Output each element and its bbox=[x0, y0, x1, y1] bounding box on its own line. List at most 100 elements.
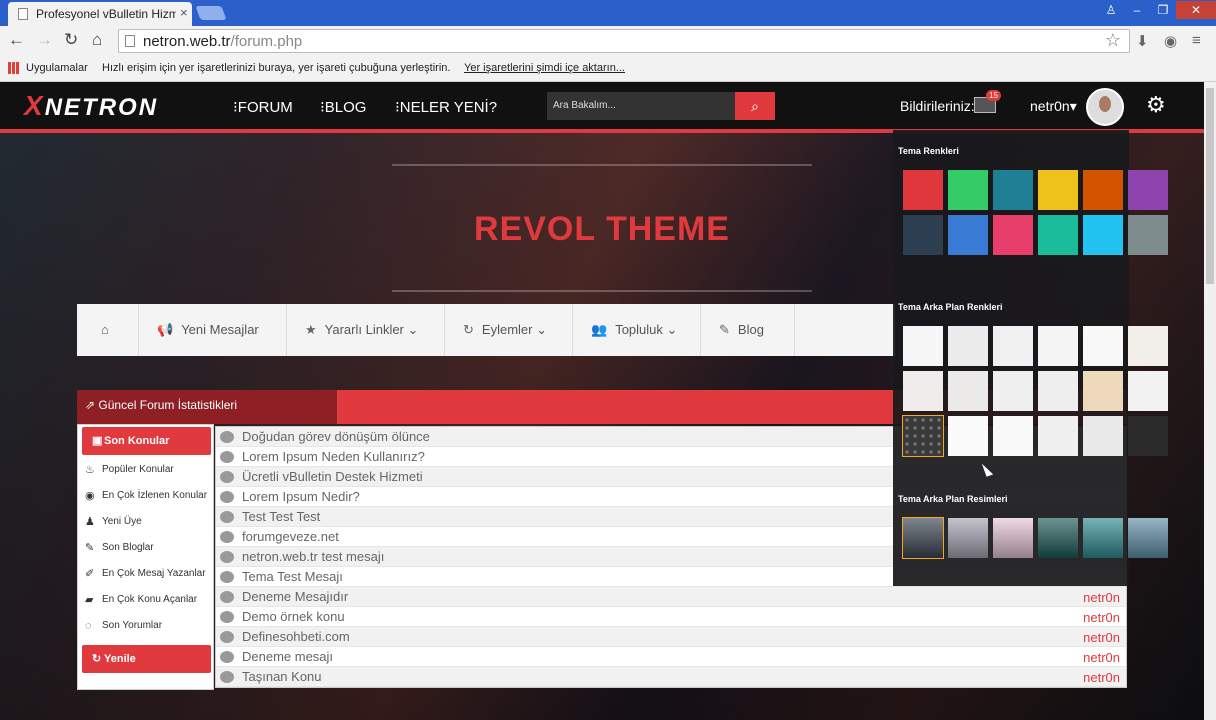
bg-color-swatch[interactable] bbox=[1083, 326, 1123, 366]
topic-title[interactable]: Lorem Ipsum Nedir? bbox=[242, 489, 360, 504]
user-menu[interactable]: netr0n▾ bbox=[1030, 98, 1077, 115]
table-row[interactable]: Taşınan Konu netr0n bbox=[216, 667, 1126, 687]
menu-latest-blogs[interactable]: ✎ Son Bloglar bbox=[82, 537, 212, 559]
avatar[interactable] bbox=[1086, 88, 1124, 126]
theme-color-swatch[interactable] bbox=[1083, 170, 1123, 210]
topic-title[interactable]: forumgeveze.net bbox=[242, 529, 339, 544]
scrollbar-thumb[interactable] bbox=[1206, 88, 1214, 284]
topic-title[interactable]: Taşınan Konu bbox=[242, 669, 322, 684]
topic-title[interactable]: Tema Test Mesajı bbox=[242, 569, 343, 584]
menu-forum[interactable]: ⁝FORUM bbox=[233, 98, 293, 116]
subnav-community[interactable]: 👥 Topluluk ⌄ bbox=[573, 304, 701, 356]
bg-color-swatch[interactable] bbox=[948, 371, 988, 411]
topic-title[interactable]: Deneme mesajı bbox=[242, 649, 333, 664]
menu-blog[interactable]: ⁝BLOG bbox=[320, 98, 366, 116]
topic-title[interactable]: Demo örnek konu bbox=[242, 609, 345, 624]
menu-top-posters[interactable]: ✐ En Çok Mesaj Yazanlar bbox=[82, 563, 212, 585]
bg-color-swatch[interactable] bbox=[902, 415, 944, 457]
theme-color-swatch[interactable] bbox=[1038, 170, 1078, 210]
menu-most-viewed[interactable]: ◉ En Çok İzlenen Konular bbox=[82, 485, 212, 507]
menu-icon[interactable]: ≡ bbox=[1192, 32, 1201, 49]
import-bookmarks-link[interactable]: Yer işaretlerini şimdi içe aktarın... bbox=[464, 62, 625, 74]
theme-color-swatch[interactable] bbox=[993, 215, 1033, 255]
table-row[interactable]: Demo örnek konu netr0n bbox=[216, 607, 1126, 627]
browser-tab[interactable]: Profesyonel vBulletin Hizm × bbox=[8, 2, 192, 26]
subnav-useful-links[interactable]: ★ Yararlı Linkler ⌄ bbox=[287, 304, 445, 356]
topic-title[interactable]: netron.web.tr test mesajı bbox=[242, 549, 384, 564]
apps-icon[interactable] bbox=[8, 62, 20, 74]
topic-title[interactable]: Definesohbeti.com bbox=[242, 629, 350, 644]
theme-color-swatch[interactable] bbox=[1128, 215, 1168, 255]
bg-color-swatch[interactable] bbox=[1083, 416, 1123, 456]
bg-image-swatch[interactable] bbox=[1128, 518, 1168, 558]
bg-color-swatch[interactable] bbox=[1038, 371, 1078, 411]
search-button[interactable]: ⌕ bbox=[735, 92, 775, 120]
bg-image-swatch[interactable] bbox=[1038, 518, 1078, 558]
table-row[interactable]: Definesohbeti.com netr0n bbox=[216, 627, 1126, 647]
bg-image-swatch[interactable] bbox=[948, 518, 988, 558]
bg-color-swatch[interactable] bbox=[1128, 371, 1168, 411]
minimize-button[interactable]: ‒ bbox=[1124, 1, 1150, 19]
close-tab-icon[interactable]: × bbox=[180, 5, 188, 20]
close-window-button[interactable]: ✕ bbox=[1176, 1, 1216, 19]
theme-color-swatch[interactable] bbox=[948, 170, 988, 210]
theme-color-swatch[interactable] bbox=[1038, 215, 1078, 255]
topic-title[interactable]: Deneme Mesajıdır bbox=[242, 589, 348, 604]
bg-color-swatch[interactable] bbox=[993, 416, 1033, 456]
apps-link[interactable]: Uygulamalar bbox=[26, 62, 88, 74]
bookmark-star-icon[interactable]: ☆ bbox=[1105, 30, 1121, 51]
bg-color-swatch[interactable] bbox=[903, 371, 943, 411]
extension-icon[interactable]: ⬇ bbox=[1136, 32, 1149, 50]
refresh-button[interactable]: ↻ Yenile bbox=[82, 645, 211, 673]
address-bar[interactable]: netron.web.tr/forum.php ☆ bbox=[118, 29, 1130, 53]
camera-icon[interactable]: ◉ bbox=[1164, 32, 1177, 50]
topic-author[interactable]: netr0n bbox=[1083, 670, 1120, 685]
forward-arrow-icon[interactable]: → bbox=[36, 30, 53, 50]
topic-author[interactable]: netr0n bbox=[1083, 630, 1120, 645]
notifications[interactable]: Bildirileriniz: 15 bbox=[900, 90, 1001, 114]
topic-title[interactable]: Lorem Ipsum Neden Kullanırız? bbox=[242, 449, 425, 464]
topic-author[interactable]: netr0n bbox=[1083, 650, 1120, 665]
bg-color-swatch[interactable] bbox=[1083, 371, 1123, 411]
home-icon[interactable]: ⌂ bbox=[77, 304, 139, 356]
topic-author[interactable]: netr0n bbox=[1083, 590, 1120, 605]
back-arrow-icon[interactable]: ← bbox=[8, 30, 25, 50]
home-icon[interactable]: ⌂ bbox=[92, 30, 102, 50]
bg-image-swatch[interactable] bbox=[1083, 518, 1123, 558]
bg-color-swatch[interactable] bbox=[1038, 416, 1078, 456]
latest-topics-button[interactable]: ▣ Son Konular bbox=[82, 427, 211, 455]
bg-color-swatch[interactable] bbox=[1038, 326, 1078, 366]
menu-top-topic-starters[interactable]: ▰ En Çok Konu Açanlar bbox=[82, 589, 212, 611]
new-tab-button[interactable] bbox=[195, 6, 227, 20]
theme-color-swatch[interactable] bbox=[1083, 215, 1123, 255]
subnav-blog[interactable]: ✎ Blog bbox=[701, 304, 795, 356]
theme-color-swatch[interactable] bbox=[903, 215, 943, 255]
maximize-button[interactable]: ❐ bbox=[1150, 1, 1176, 19]
menu-popular-topics[interactable]: ♨ Popüler Konular bbox=[82, 459, 212, 481]
topic-title[interactable]: Ücretli vBulletin Destek Hizmeti bbox=[242, 469, 423, 484]
bg-color-swatch[interactable] bbox=[993, 371, 1033, 411]
table-row[interactable]: Deneme mesajı netr0n bbox=[216, 647, 1126, 667]
bg-color-swatch[interactable] bbox=[948, 416, 988, 456]
menu-whats-new[interactable]: ⁝NELER YENİ? bbox=[395, 98, 497, 116]
table-row[interactable]: Deneme Mesajıdır netr0n bbox=[216, 587, 1126, 607]
gear-icon[interactable]: ⚙ bbox=[1146, 92, 1166, 118]
theme-color-swatch[interactable] bbox=[948, 215, 988, 255]
theme-color-swatch[interactable] bbox=[903, 170, 943, 210]
user-icon[interactable]: ♙ bbox=[1098, 1, 1124, 19]
page-scrollbar[interactable] bbox=[1204, 82, 1216, 720]
reload-icon[interactable]: ↻ bbox=[64, 30, 78, 50]
menu-latest-comments[interactable]: ◌ Son Yorumlar bbox=[82, 615, 212, 637]
subnav-new-posts[interactable]: 📢 Yeni Mesajlar bbox=[139, 304, 287, 356]
topic-title[interactable]: Test Test Test bbox=[242, 509, 320, 524]
bg-color-swatch[interactable] bbox=[993, 326, 1033, 366]
bg-color-swatch[interactable] bbox=[1128, 326, 1168, 366]
topic-author[interactable]: netr0n bbox=[1083, 610, 1120, 625]
search-input[interactable]: Ara Bakalım... bbox=[547, 92, 735, 120]
bg-image-swatch[interactable] bbox=[902, 517, 944, 559]
theme-color-swatch[interactable] bbox=[993, 170, 1033, 210]
bg-image-swatch[interactable] bbox=[993, 518, 1033, 558]
bg-color-swatch[interactable] bbox=[903, 326, 943, 366]
bg-color-swatch[interactable] bbox=[1128, 416, 1168, 456]
site-logo[interactable]: XNETRON bbox=[24, 90, 158, 122]
